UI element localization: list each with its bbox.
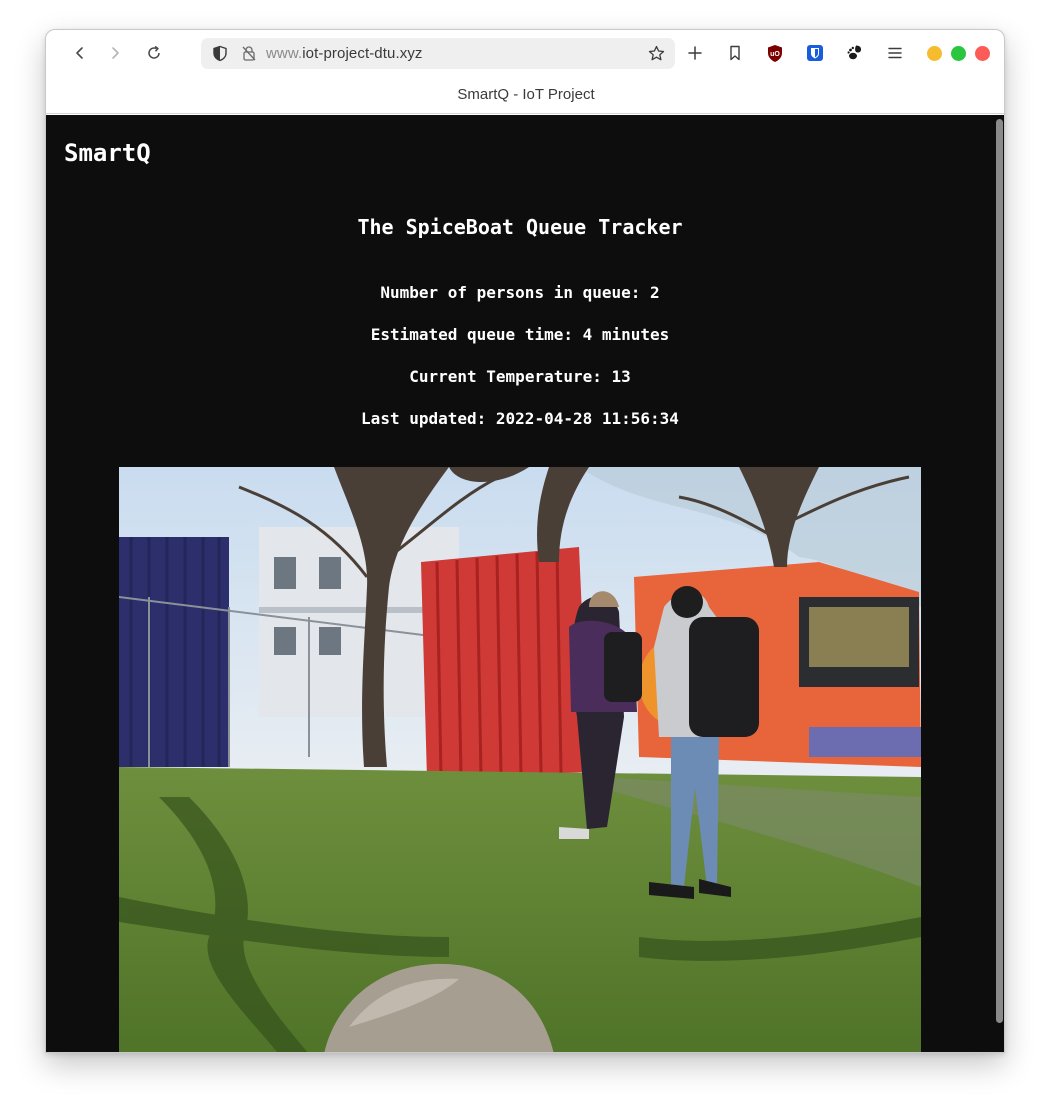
temperature: Current Temperature: 13 [409, 367, 631, 386]
queue-camera-image [119, 467, 921, 1052]
brand-logo-text[interactable]: SmartQ [64, 139, 151, 167]
new-tab-icon[interactable] [684, 42, 706, 64]
url-text[interactable]: www.iot-project-dtu.xyz [266, 45, 423, 62]
page-heading: The SpiceBoat Queue Tracker [357, 215, 683, 239]
shield-icon[interactable] [212, 45, 228, 66]
window-title: SmartQ - IoT Project [46, 76, 1004, 114]
browser-window: www.iot-project-dtu.xyz uO SmartQ - IoT … [45, 29, 1005, 1053]
bookmark-icon[interactable] [724, 42, 746, 64]
last-updated: Last updated: 2022-04-28 11:56:34 [361, 409, 679, 428]
queue-time: Estimated queue time: 4 minutes [370, 325, 670, 344]
star-icon[interactable] [648, 45, 665, 66]
scrollbar-thumb[interactable] [996, 119, 1003, 1023]
maximize-button[interactable] [951, 46, 966, 61]
forward-icon[interactable] [104, 42, 126, 64]
minimize-button[interactable] [927, 46, 942, 61]
back-icon[interactable] [69, 42, 91, 64]
page-content: SmartQ The SpiceBoat Queue Tracker Numbe… [46, 115, 1004, 1052]
queue-count: Number of persons in queue: 2 [380, 283, 660, 302]
url-bar[interactable]: www.iot-project-dtu.xyz [201, 38, 675, 69]
bitwarden-icon[interactable] [804, 42, 826, 64]
scrollbar[interactable] [992, 115, 1004, 1052]
gnome-icon[interactable] [844, 42, 866, 64]
tracking-lock-icon[interactable] [241, 45, 257, 66]
svg-text:uO: uO [770, 51, 780, 58]
ublock-icon[interactable]: uO [764, 42, 786, 64]
close-button[interactable] [975, 46, 990, 61]
browser-toolbar: www.iot-project-dtu.xyz uO [46, 30, 1004, 76]
reload-icon[interactable] [143, 42, 165, 64]
menu-icon[interactable] [884, 42, 906, 64]
